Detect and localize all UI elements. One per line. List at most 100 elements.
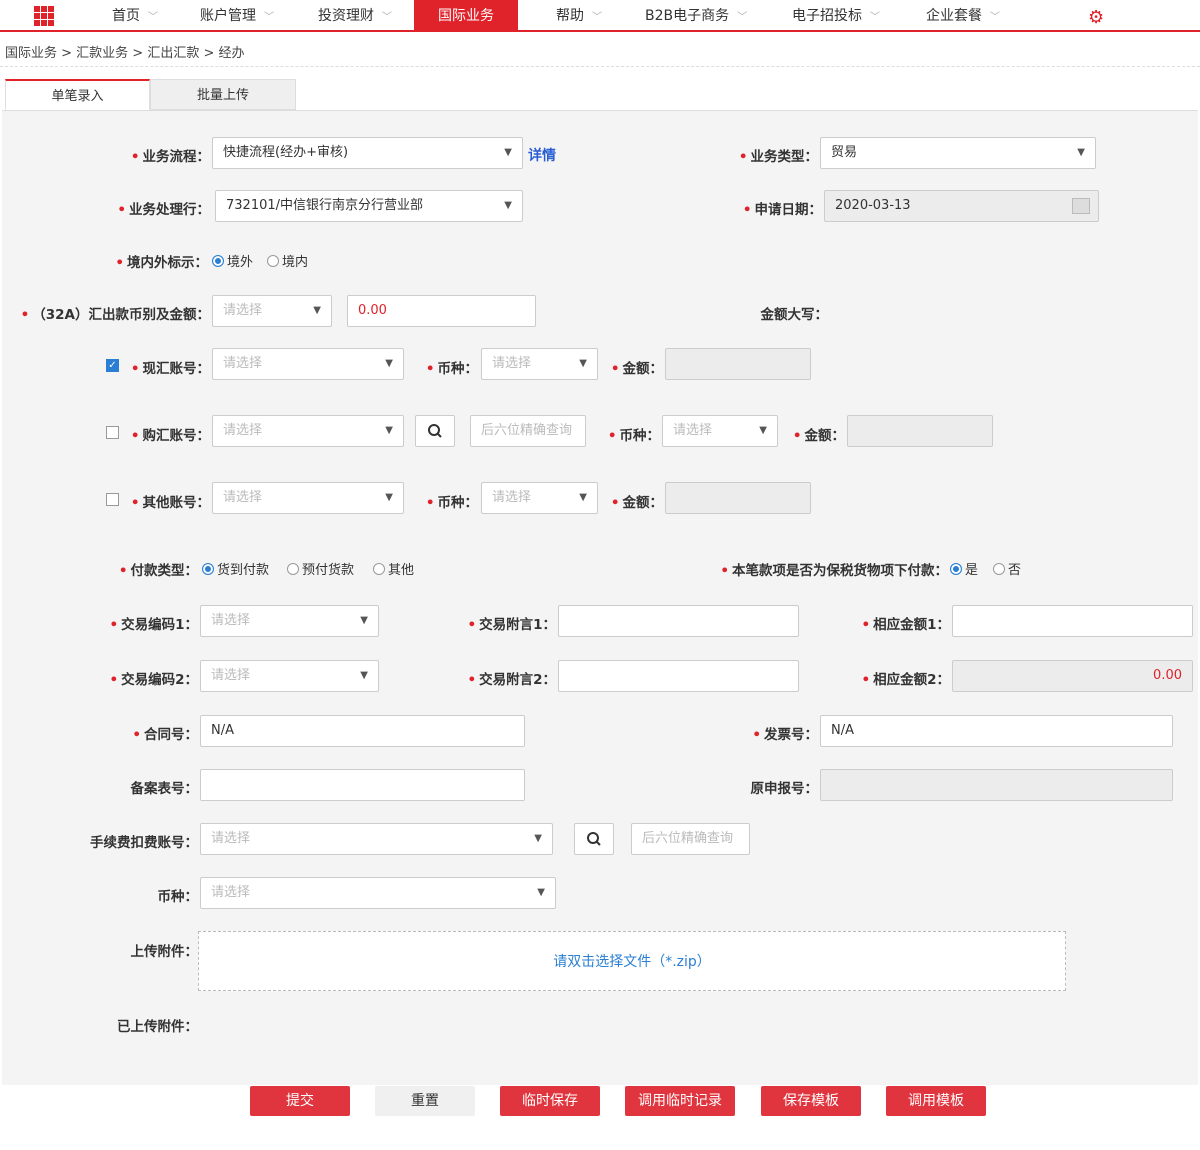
spot-account-label: • 现汇账号： <box>130 361 210 377</box>
record-input[interactable] <box>200 769 525 801</box>
code2-select[interactable]: 请选择 ▼ <box>200 660 379 692</box>
chevron-down-icon: ﹀ <box>264 12 274 23</box>
load-template-button[interactable]: 调用模板 <box>886 1086 986 1116</box>
other-amount-label: • 金额： <box>610 495 663 511</box>
invoice-input[interactable]: N/A <box>820 715 1173 747</box>
orig-label: 原申报号： <box>750 781 819 797</box>
buy-search-input[interactable]: 后六位精确查询 <box>470 415 586 447</box>
bonded-radio-no[interactable]: 否 <box>993 559 1021 578</box>
caret-down-icon: ▼ <box>360 670 368 681</box>
buy-account-checkbox[interactable] <box>106 426 119 439</box>
spot-currency-label: • 币种： <box>425 361 478 377</box>
flow-select[interactable]: 快捷流程(经办+审核) ▼ <box>212 137 523 169</box>
buy-currency-label: • 币种： <box>607 428 660 444</box>
nav-item-invest[interactable]: 投资理财 ﹀ <box>318 0 392 30</box>
calendar-icon[interactable] <box>1072 198 1090 214</box>
search-icon <box>428 424 442 438</box>
buy-account-select[interactable]: 请选择 ▼ <box>212 415 404 447</box>
code1-select[interactable]: 请选择 ▼ <box>200 605 379 637</box>
other-amount-field[interactable] <box>665 482 811 514</box>
spot-currency-select[interactable]: 请选择 ▼ <box>481 348 598 380</box>
domestic-label: • 境内外标示： <box>115 255 208 271</box>
fee-search-input[interactable]: 后六位精确查询 <box>631 823 750 855</box>
paytype-radio-prepay[interactable]: 预付货款 <box>287 559 354 578</box>
caret-down-icon: ▼ <box>537 887 545 898</box>
nav-item-help[interactable]: 帮助 ﹀ <box>556 0 602 30</box>
amt2-field[interactable]: 0.00 <box>952 660 1193 692</box>
uploaded-label: 已上传附件： <box>117 1019 198 1035</box>
bank-select[interactable]: 732101/中信银行南京分行营业部 ▼ <box>215 190 523 222</box>
spot-amount-field[interactable] <box>665 348 811 380</box>
caret-down-icon: ▼ <box>534 833 542 844</box>
other-account-checkbox[interactable] <box>106 493 119 506</box>
fee-currency-select[interactable]: 请选择 ▼ <box>200 877 556 909</box>
chevron-down-icon: ﹀ <box>592 12 602 23</box>
caret-down-icon: ▼ <box>504 147 512 158</box>
contract-input[interactable]: N/A <box>200 715 525 747</box>
paytype-radio-delivery[interactable]: 货到付款 <box>202 559 269 578</box>
upload-label: 上传附件： <box>130 944 199 960</box>
app-grid-icon[interactable] <box>34 6 54 26</box>
paytype-label: • 付款类型： <box>118 563 198 579</box>
amt2-label: • 相应金额2： <box>861 672 950 688</box>
flow-label: • 业务流程： <box>130 149 210 165</box>
domestic-radio-domestic[interactable]: 境内 <box>267 251 308 270</box>
search-icon <box>587 832 601 846</box>
nav-item-package[interactable]: 企业套餐 ﹀ <box>926 0 1000 30</box>
other-currency-select[interactable]: 请选择 ▼ <box>481 482 598 514</box>
caret-down-icon: ▼ <box>385 358 393 369</box>
orig-field[interactable] <box>820 769 1173 801</box>
tab-batch-upload[interactable]: 批量上传 <box>150 79 296 110</box>
spot-account-select[interactable]: 请选择 ▼ <box>212 348 404 380</box>
nav-item-home[interactable]: 首页 ﹀ <box>112 0 158 30</box>
temp-save-button[interactable]: 临时保存 <box>500 1086 600 1116</box>
spot-amount-label: • 金额： <box>610 361 663 377</box>
caret-down-icon: ▼ <box>385 425 393 436</box>
buy-account-label: • 购汇账号： <box>130 428 210 444</box>
other-account-select[interactable]: 请选择 ▼ <box>212 482 404 514</box>
breadcrumb: 国际业务 > 汇款业务 > 汇出汇款 > 经办 <box>5 46 245 61</box>
nav-item-international[interactable]: 国际业务 <box>414 0 518 30</box>
caret-down-icon: ▼ <box>579 358 587 369</box>
nav-item-accounts[interactable]: 账户管理 ﹀ <box>200 0 274 30</box>
amount-input[interactable]: 0.00 <box>347 295 536 327</box>
fee-search-button[interactable] <box>574 823 614 855</box>
chevron-down-icon: ﹀ <box>382 12 392 23</box>
amt1-input[interactable] <box>952 605 1193 637</box>
caret-down-icon: ▼ <box>313 305 321 316</box>
spot-account-checkbox[interactable]: ✓ <box>106 359 119 372</box>
tab-single-entry[interactable]: 单笔录入 <box>5 79 150 110</box>
buy-search-button[interactable] <box>415 415 455 447</box>
paytype-radio-other[interactable]: 其他 <box>373 559 414 578</box>
gear-icon[interactable]: ⚙ <box>1088 9 1106 27</box>
submit-button[interactable]: 提交 <box>250 1086 350 1116</box>
bonded-radio-yes[interactable]: 是 <box>950 559 978 578</box>
amount-currency-select[interactable]: 请选择 ▼ <box>212 295 332 327</box>
nav-item-b2b[interactable]: B2B电子商务 ﹀ <box>645 0 747 30</box>
buy-currency-select[interactable]: 请选择 ▼ <box>662 415 778 447</box>
fee-account-select[interactable]: 请选择 ▼ <box>200 823 553 855</box>
bank-label: • 业务处理行： <box>117 202 210 218</box>
reset-button[interactable]: 重置 <box>375 1086 475 1116</box>
code2-label: • 交易编码2： <box>109 672 198 688</box>
nav-item-bidding[interactable]: 电子招投标 ﹀ <box>792 0 880 30</box>
other-account-label: • 其他账号： <box>130 495 210 511</box>
buy-amount-label: • 金额： <box>792 428 845 444</box>
chevron-down-icon: ﹀ <box>990 12 1000 23</box>
chevron-down-icon: ﹀ <box>870 12 880 23</box>
fee-currency-label: 币种： <box>157 889 199 905</box>
domestic-radio-abroad[interactable]: 境外 <box>212 251 253 270</box>
save-template-button[interactable]: 保存模板 <box>761 1086 861 1116</box>
type-select[interactable]: 贸易 ▼ <box>820 137 1096 169</box>
buy-amount-field[interactable] <box>847 415 993 447</box>
detail-link[interactable]: 详情 <box>528 145 556 165</box>
load-temp-button[interactable]: 调用临时记录 <box>625 1086 735 1116</box>
divider <box>0 66 1200 67</box>
contract-label: • 合同号： <box>132 727 198 743</box>
upload-dropzone[interactable]: 请双击选择文件（*.zip） <box>198 931 1066 991</box>
caret-down-icon: ▼ <box>504 200 512 211</box>
other-currency-label: • 币种： <box>425 495 478 511</box>
note1-input[interactable] <box>558 605 799 637</box>
date-field[interactable]: 2020-03-13 <box>824 190 1099 222</box>
note2-input[interactable] <box>558 660 799 692</box>
